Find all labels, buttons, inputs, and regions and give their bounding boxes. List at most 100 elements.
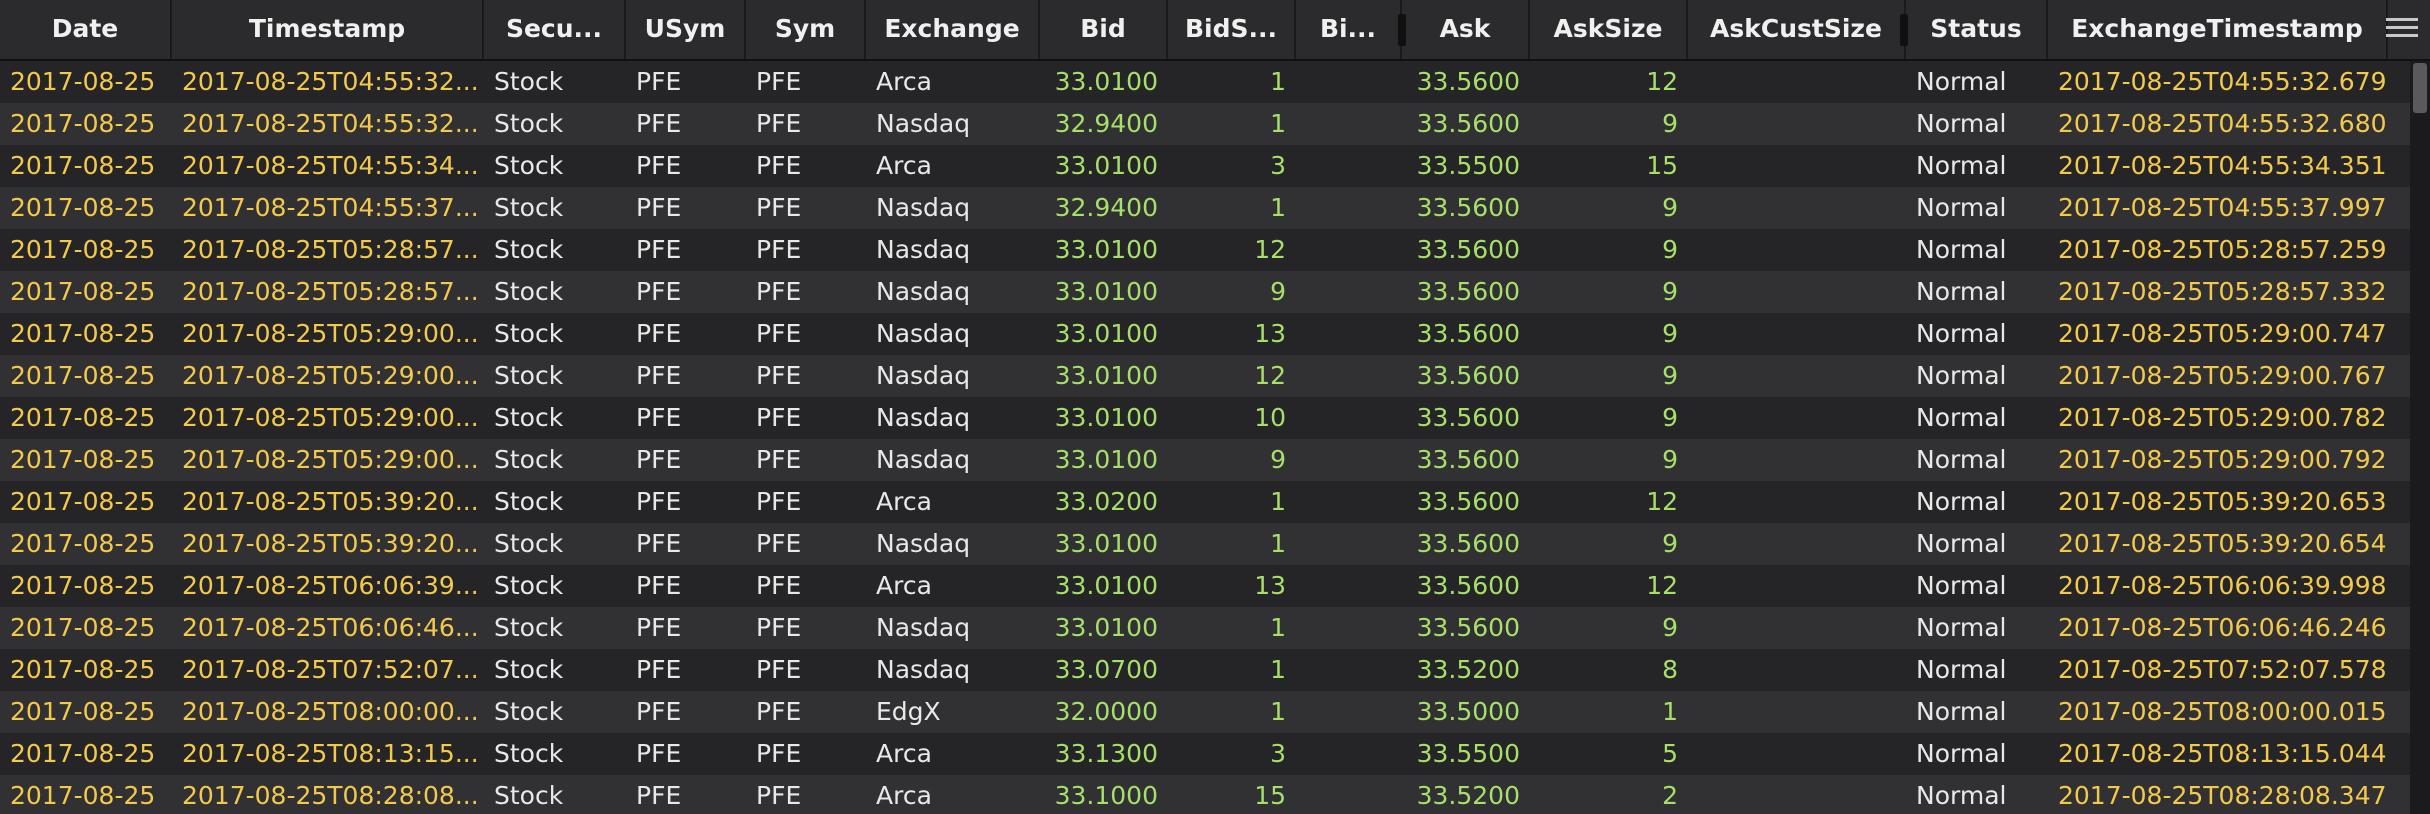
cell-usym[interactable]: PFE	[626, 187, 746, 229]
cell-bidcust[interactable]	[1296, 397, 1402, 439]
cell-bidcust[interactable]	[1296, 775, 1402, 814]
table-row[interactable]: 2017-08-25 2017-08-25T04:55:32... Stock PFE…	[0, 103, 2410, 145]
cell-ask[interactable]: 33.5600	[1402, 355, 1530, 397]
cell-bidsize[interactable]: 10	[1168, 397, 1296, 439]
cell-bidcust[interactable]	[1296, 103, 1402, 145]
cell-ask[interactable]: 33.5200	[1402, 649, 1530, 691]
cell-asksize[interactable]: 9	[1530, 397, 1688, 439]
cell-bidsize[interactable]: 9	[1168, 271, 1296, 313]
cell-bid[interactable]: 33.0100	[1040, 439, 1168, 481]
cell-date[interactable]: 2017-08-25	[0, 481, 172, 523]
cell-usym[interactable]: PFE	[626, 523, 746, 565]
cell-exchangetimestamp[interactable]: 2017-08-25T08:00:00.015	[2048, 691, 2388, 733]
cell-exchange[interactable]: Nasdaq	[866, 607, 1040, 649]
cell-sym[interactable]: PFE	[746, 271, 866, 313]
cell-security[interactable]: Stock	[484, 691, 626, 733]
cell-security[interactable]: Stock	[484, 439, 626, 481]
cell-bidcust[interactable]	[1296, 481, 1402, 523]
cell-bid[interactable]: 33.1300	[1040, 733, 1168, 775]
cell-bidsize[interactable]: 3	[1168, 145, 1296, 187]
cell-ask[interactable]: 33.5600	[1402, 607, 1530, 649]
cell-timestamp[interactable]: 2017-08-25T05:28:57...	[172, 271, 484, 313]
cell-usym[interactable]: PFE	[626, 355, 746, 397]
table-row[interactable]: 2017-08-25 2017-08-25T05:29:00... Stock PFE…	[0, 439, 2410, 481]
cell-asksize[interactable]: 9	[1530, 439, 1688, 481]
cell-sym[interactable]: PFE	[746, 355, 866, 397]
cell-asksize[interactable]: 5	[1530, 733, 1688, 775]
cell-sym[interactable]: PFE	[746, 313, 866, 355]
cell-timestamp[interactable]: 2017-08-25T05:29:00...	[172, 397, 484, 439]
table-row[interactable]: 2017-08-25 2017-08-25T05:29:00... Stock PFE…	[0, 313, 2410, 355]
cell-bid[interactable]: 33.0200	[1040, 481, 1168, 523]
cell-bidsize[interactable]: 1	[1168, 103, 1296, 145]
cell-date[interactable]: 2017-08-25	[0, 229, 172, 271]
cell-bidcust[interactable]	[1296, 229, 1402, 271]
cell-askcustsize[interactable]	[1688, 733, 1906, 775]
cell-exchangetimestamp[interactable]: 2017-08-25T06:06:46.246	[2048, 607, 2388, 649]
column-resize-handle[interactable]	[1900, 14, 1908, 46]
cell-bid[interactable]: 33.0100	[1040, 271, 1168, 313]
cell-sym[interactable]: PFE	[746, 607, 866, 649]
cell-date[interactable]: 2017-08-25	[0, 649, 172, 691]
cell-askcustsize[interactable]	[1688, 271, 1906, 313]
cell-date[interactable]: 2017-08-25	[0, 145, 172, 187]
cell-security[interactable]: Stock	[484, 229, 626, 271]
cell-askcustsize[interactable]	[1688, 229, 1906, 271]
cell-ask[interactable]: 33.5000	[1402, 691, 1530, 733]
cell-bidcust[interactable]	[1296, 691, 1402, 733]
cell-sym[interactable]: PFE	[746, 439, 866, 481]
cell-status[interactable]: Normal	[1906, 313, 2048, 355]
cell-timestamp[interactable]: 2017-08-25T08:13:15...	[172, 733, 484, 775]
cell-bidcust[interactable]	[1296, 61, 1402, 103]
vertical-scrollbar[interactable]	[2410, 61, 2430, 814]
cell-bid[interactable]: 33.0100	[1040, 355, 1168, 397]
cell-security[interactable]: Stock	[484, 145, 626, 187]
cell-bidcust[interactable]	[1296, 523, 1402, 565]
cell-asksize[interactable]: 12	[1530, 481, 1688, 523]
cell-bid[interactable]: 33.0100	[1040, 313, 1168, 355]
cell-ask[interactable]: 33.5600	[1402, 61, 1530, 103]
cell-ask[interactable]: 33.5200	[1402, 775, 1530, 814]
cell-bid[interactable]: 33.0100	[1040, 229, 1168, 271]
cell-date[interactable]: 2017-08-25	[0, 355, 172, 397]
cell-asksize[interactable]: 9	[1530, 607, 1688, 649]
cell-ask[interactable]: 33.5600	[1402, 397, 1530, 439]
cell-sym[interactable]: PFE	[746, 145, 866, 187]
cell-bidcust[interactable]	[1296, 439, 1402, 481]
cell-exchangetimestamp[interactable]: 2017-08-25T05:29:00.747	[2048, 313, 2388, 355]
cell-timestamp[interactable]: 2017-08-25T05:29:00...	[172, 355, 484, 397]
cell-date[interactable]: 2017-08-25	[0, 439, 172, 481]
cell-status[interactable]: Normal	[1906, 271, 2048, 313]
cell-bid[interactable]: 33.0100	[1040, 565, 1168, 607]
cell-status[interactable]: Normal	[1906, 481, 2048, 523]
cell-bid[interactable]: 33.0700	[1040, 649, 1168, 691]
cell-timestamp[interactable]: 2017-08-25T06:06:46...	[172, 607, 484, 649]
cell-asksize[interactable]: 9	[1530, 313, 1688, 355]
cell-sym[interactable]: PFE	[746, 691, 866, 733]
cell-sym[interactable]: PFE	[746, 397, 866, 439]
cell-askcustsize[interactable]	[1688, 565, 1906, 607]
cell-exchange[interactable]: Nasdaq	[866, 313, 1040, 355]
cell-bidsize[interactable]: 9	[1168, 439, 1296, 481]
cell-status[interactable]: Normal	[1906, 61, 2048, 103]
column-header-exchangetimestamp[interactable]: ExchangeTimestamp	[2048, 0, 2388, 59]
table-row[interactable]: 2017-08-25 2017-08-25T08:00:00... Stock PFE…	[0, 691, 2410, 733]
cell-date[interactable]: 2017-08-25	[0, 523, 172, 565]
cell-bidsize[interactable]: 1	[1168, 649, 1296, 691]
cell-timestamp[interactable]: 2017-08-25T04:55:34...	[172, 145, 484, 187]
cell-usym[interactable]: PFE	[626, 733, 746, 775]
cell-bidsize[interactable]: 13	[1168, 313, 1296, 355]
table-row[interactable]: 2017-08-25 2017-08-25T05:28:57... Stock PFE…	[0, 229, 2410, 271]
cell-timestamp[interactable]: 2017-08-25T07:52:07...	[172, 649, 484, 691]
cell-ask[interactable]: 33.5600	[1402, 313, 1530, 355]
table-row[interactable]: 2017-08-25 2017-08-25T05:39:20... Stock PFE…	[0, 481, 2410, 523]
cell-date[interactable]: 2017-08-25	[0, 565, 172, 607]
cell-bid[interactable]: 32.9400	[1040, 187, 1168, 229]
cell-bidcust[interactable]	[1296, 733, 1402, 775]
cell-timestamp[interactable]: 2017-08-25T04:55:37...	[172, 187, 484, 229]
cell-askcustsize[interactable]	[1688, 355, 1906, 397]
cell-bid[interactable]: 33.0100	[1040, 523, 1168, 565]
cell-askcustsize[interactable]	[1688, 103, 1906, 145]
cell-security[interactable]: Stock	[484, 775, 626, 814]
cell-asksize[interactable]: 2	[1530, 775, 1688, 814]
